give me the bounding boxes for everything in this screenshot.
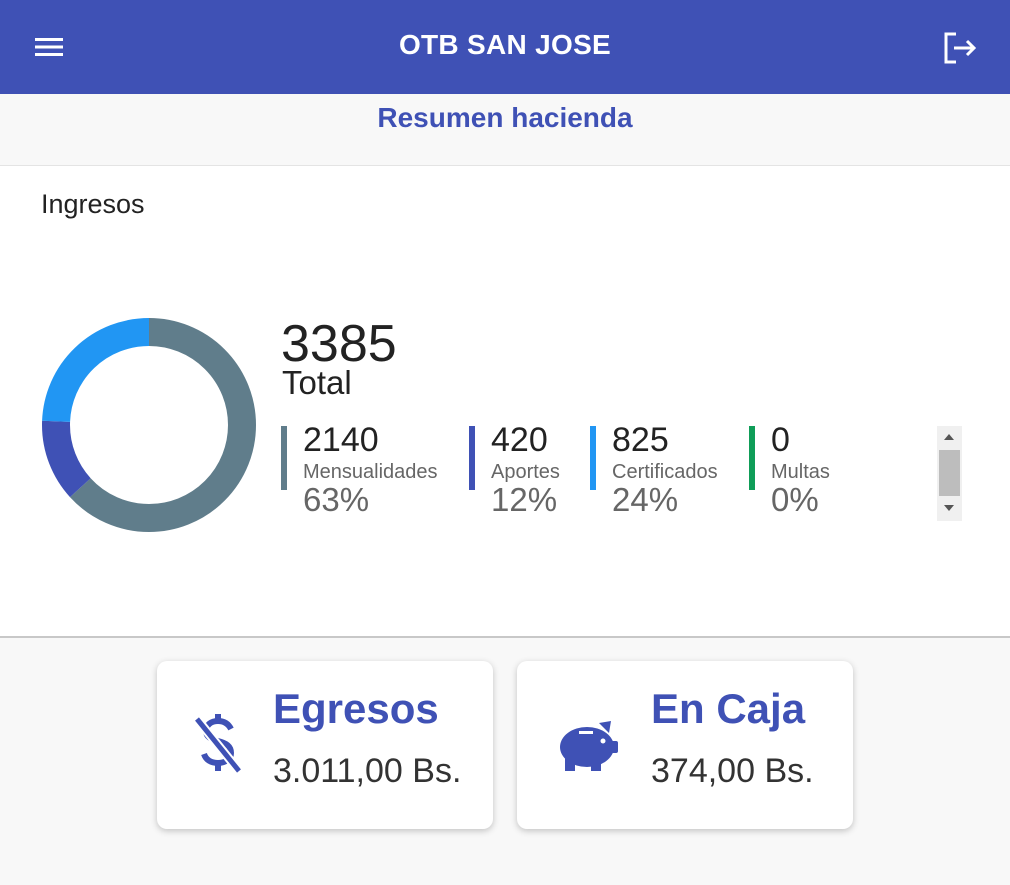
egresos-value: 3.011,00 Bs. — [273, 752, 462, 790]
en-caja-value: 374,00 Bs. — [651, 752, 814, 790]
app-bar: OTB SAN JOSE — [0, 0, 1010, 94]
stat-color-bar — [749, 426, 755, 490]
en-caja-tile[interactable]: En Caja 374,00 Bs. — [517, 661, 853, 829]
stat-color-bar — [469, 426, 475, 490]
ingresos-donut-chart — [42, 318, 256, 532]
stat-percent: 12% — [491, 481, 558, 518]
egresos-title: Egresos — [273, 685, 439, 732]
page-subheader: Resumen hacienda — [0, 94, 1010, 166]
logout-icon[interactable] — [940, 28, 980, 68]
stat-color-bar — [590, 426, 596, 490]
scroll-down-icon[interactable] — [944, 505, 954, 511]
stat-percent: 0% — [771, 481, 819, 518]
ingresos-card: Ingresos 3385 Total 2140 Mensualidades 6… — [0, 166, 1010, 638]
stat-percent: 24% — [612, 481, 679, 518]
stat-value: 2140 — [303, 421, 379, 459]
stat-label: Mensualidades — [303, 461, 438, 483]
app-title: OTB SAN JOSE — [398, 29, 612, 60]
stat-label: Multas — [771, 461, 830, 483]
stat-value: 420 — [491, 421, 548, 459]
stat-color-bar — [281, 426, 287, 490]
stats-scrollbar[interactable] — [937, 426, 962, 521]
stat-value: 0 — [771, 421, 790, 459]
scrollbar-thumb[interactable] — [939, 450, 960, 496]
egresos-tile[interactable]: Egresos 3.011,00 Bs. — [157, 661, 493, 829]
scroll-up-icon[interactable] — [944, 434, 954, 440]
stat-value: 825 — [612, 421, 669, 459]
piggy-bank-icon — [555, 713, 621, 777]
total-label: Total — [282, 364, 352, 401]
page-title: Resumen hacienda — [377, 102, 633, 133]
money-off-icon — [187, 713, 253, 777]
stat-label: Aportes — [491, 461, 560, 483]
stat-percent: 63% — [303, 481, 370, 518]
ingresos-title: Ingresos — [41, 189, 145, 219]
en-caja-title: En Caja — [651, 685, 806, 732]
stat-label: Certificados — [612, 461, 718, 483]
